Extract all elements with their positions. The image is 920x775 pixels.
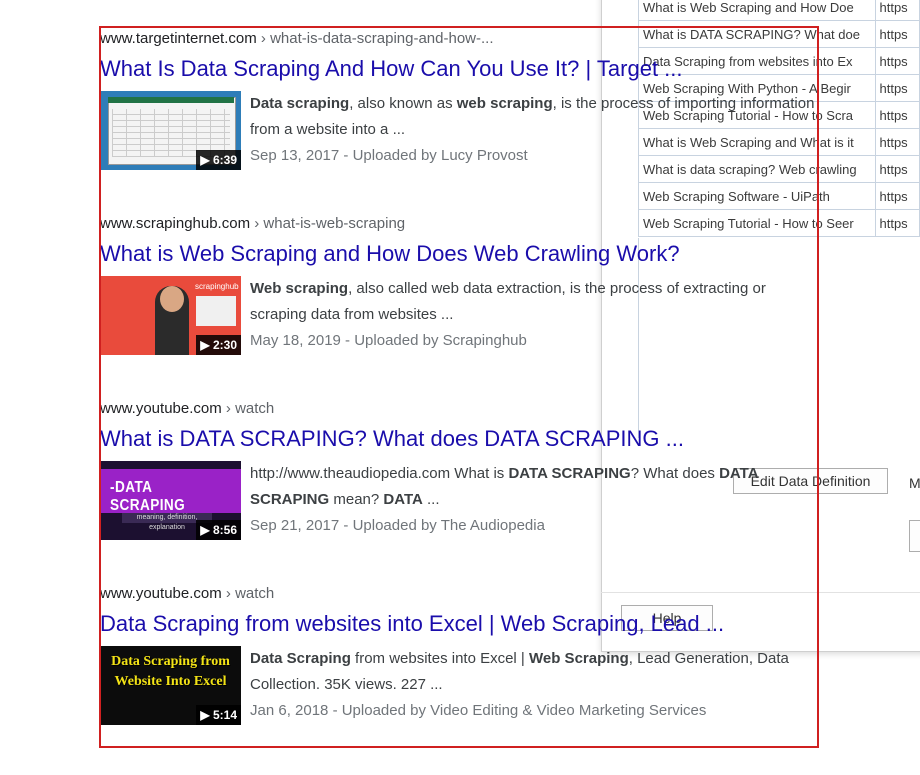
result-title-link[interactable]: What is Web Scraping and How Does Web Cr… [100, 240, 820, 268]
result-cite[interactable]: www.youtube.com › watch [100, 584, 820, 604]
result-meta: Sep 13, 2017 - Uploaded by Lucy Provost [250, 147, 528, 164]
result-path: › what-is-data-scraping-and-how-... [256, 30, 494, 47]
thumb-ribbon [108, 97, 234, 103]
result-snippet: http://www.theaudiopedia.com What is DAT… [250, 465, 758, 508]
thumb-text: Data Scraping from Website Into Excel [111, 654, 230, 689]
video-thumbnail[interactable]: Data Scraping from Website Into Excel ▶ … [100, 646, 241, 725]
result-path: › watch [221, 585, 275, 602]
result-title-link[interactable]: What Is Data Scraping And How Can You Us… [100, 55, 820, 83]
video-thumbnail[interactable]: ▶ 6:39 [100, 91, 241, 170]
result-2: www.scrapinghub.com › what-is-web-scrapi… [100, 214, 820, 355]
result-snippet: Data scraping, also known as web scrapin… [250, 95, 815, 138]
result-path: › watch [221, 400, 275, 417]
result-cite[interactable]: www.scrapinghub.com › what-is-web-scrapi… [100, 214, 820, 234]
search-results: www.targetinternet.com › what-is-data-sc… [0, 0, 920, 775]
result-snippet: Web scraping, also called web data extra… [250, 280, 766, 323]
result-3: www.youtube.com › watch What is DATA SCR… [100, 399, 820, 540]
video-duration: ▶ 6:39 [196, 150, 241, 170]
result-path: › what-is-web-scraping [250, 215, 406, 232]
result-cite[interactable]: www.youtube.com › watch [100, 399, 820, 419]
thumb-text: -DATA SCRAPING [110, 479, 186, 514]
video-thumbnail[interactable]: scrapinghub ▶ 2:30 [100, 276, 241, 355]
result-1: www.targetinternet.com › what-is-data-sc… [100, 29, 820, 170]
result-snippet: Data Scraping from websites into Excel |… [250, 650, 789, 693]
result-title-link[interactable]: What is DATA SCRAPING? What does DATA SC… [100, 425, 820, 453]
video-duration: ▶ 2:30 [196, 335, 241, 355]
result-domain: www.youtube.com [100, 585, 222, 602]
video-duration: ▶ 5:14 [196, 705, 241, 725]
thumb-face [160, 286, 184, 312]
result-meta: May 18, 2019 - Uploaded by Scrapinghub [250, 332, 527, 349]
video-duration: ▶ 8:56 [196, 520, 241, 540]
result-meta: Sep 21, 2017 - Uploaded by The Audiopedi… [250, 517, 545, 534]
video-thumbnail[interactable]: -DATA SCRAPING meaning, definition, expl… [100, 461, 241, 540]
result-4: www.youtube.com › watch Data Scraping fr… [100, 584, 820, 725]
result-title-link[interactable]: Data Scraping from websites into Excel |… [100, 610, 820, 638]
result-domain: www.targetinternet.com [100, 30, 257, 47]
result-domain: www.youtube.com [100, 400, 222, 417]
result-cite[interactable]: www.targetinternet.com › what-is-data-sc… [100, 29, 820, 49]
thumb-screen [196, 296, 236, 326]
thumb-logo: scrapinghub [195, 282, 239, 291]
result-meta: Jan 6, 2018 - Uploaded by Video Editing … [250, 702, 707, 719]
result-domain: www.scrapinghub.com [100, 215, 251, 232]
